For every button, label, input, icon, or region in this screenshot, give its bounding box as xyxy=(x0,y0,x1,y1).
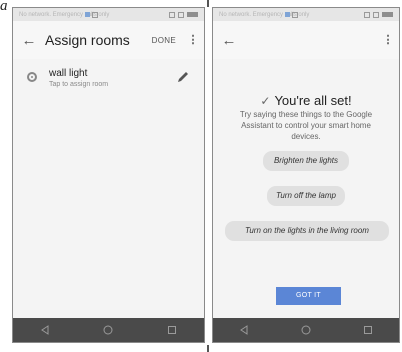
assistant-message: Try saying these things to the Google As… xyxy=(239,110,373,141)
arrow-back-icon[interactable]: ← xyxy=(213,32,245,49)
got-it-button[interactable]: GOT IT xyxy=(276,287,341,305)
arrow-back-icon[interactable]: ← xyxy=(13,32,45,49)
notification-icon xyxy=(92,11,98,18)
home-circle-icon[interactable] xyxy=(93,323,123,337)
page-title: Assign rooms xyxy=(45,32,130,48)
notification-icon xyxy=(85,12,90,17)
success-title: You're all set! xyxy=(274,93,352,108)
notification-icons xyxy=(85,11,98,18)
recents-square-icon[interactable] xyxy=(353,323,383,337)
device-list-item[interactable]: wall light Tap to assign room xyxy=(13,68,204,98)
suggestion-chip[interactable]: Turn on the lights in the living room xyxy=(225,221,389,241)
notification-icons xyxy=(285,11,298,18)
panel-divider-tick xyxy=(207,345,209,352)
wifi-icon xyxy=(178,11,184,18)
system-nav-bar xyxy=(13,318,204,342)
device-subtitle: Tap to assign room xyxy=(49,81,109,88)
suggestion-chip[interactable]: Brighten the lights xyxy=(263,151,349,171)
home-circle-icon[interactable] xyxy=(291,323,321,337)
app-bar: ← Assign rooms DONE ⋮ xyxy=(13,21,204,59)
done-button[interactable]: DONE xyxy=(152,36,176,45)
recents-square-icon[interactable] xyxy=(157,323,187,337)
status-bar: No network. Emergency calls only xyxy=(213,8,399,21)
more-vert-icon[interactable]: ⋮ xyxy=(186,34,200,46)
pencil-icon[interactable] xyxy=(176,70,196,89)
back-triangle-icon[interactable] xyxy=(30,323,60,337)
system-nav-bar xyxy=(213,318,399,342)
device-name: wall light xyxy=(49,68,88,79)
setup-complete-screen: No network. Emergency calls only ← ⋮ ✓ Yo… xyxy=(212,7,400,343)
app-bar: ← ⋮ xyxy=(213,21,399,59)
more-vert-icon[interactable]: ⋮ xyxy=(381,34,395,46)
bluetooth-icon xyxy=(364,11,370,18)
assign-rooms-screen: No network. Emergency calls only ← Assig… xyxy=(12,7,205,343)
panel-divider-tick xyxy=(207,0,209,7)
success-heading: ✓ You're all set! xyxy=(213,93,399,108)
bluetooth-icon xyxy=(169,11,175,18)
status-bar: No network. Emergency calls only xyxy=(13,8,204,21)
battery-icon xyxy=(187,12,198,17)
checkmark-icon: ✓ xyxy=(260,94,271,108)
figure-label: a xyxy=(0,0,8,14)
battery-icon xyxy=(382,12,393,17)
back-triangle-icon[interactable] xyxy=(229,323,259,337)
wifi-icon xyxy=(373,11,379,18)
lightbulb-icon xyxy=(27,72,37,82)
notification-icon xyxy=(285,12,290,17)
device-text: wall light Tap to assign room xyxy=(49,68,176,90)
notification-icon xyxy=(292,11,298,18)
suggestion-chip[interactable]: Turn off the lamp xyxy=(267,186,345,206)
